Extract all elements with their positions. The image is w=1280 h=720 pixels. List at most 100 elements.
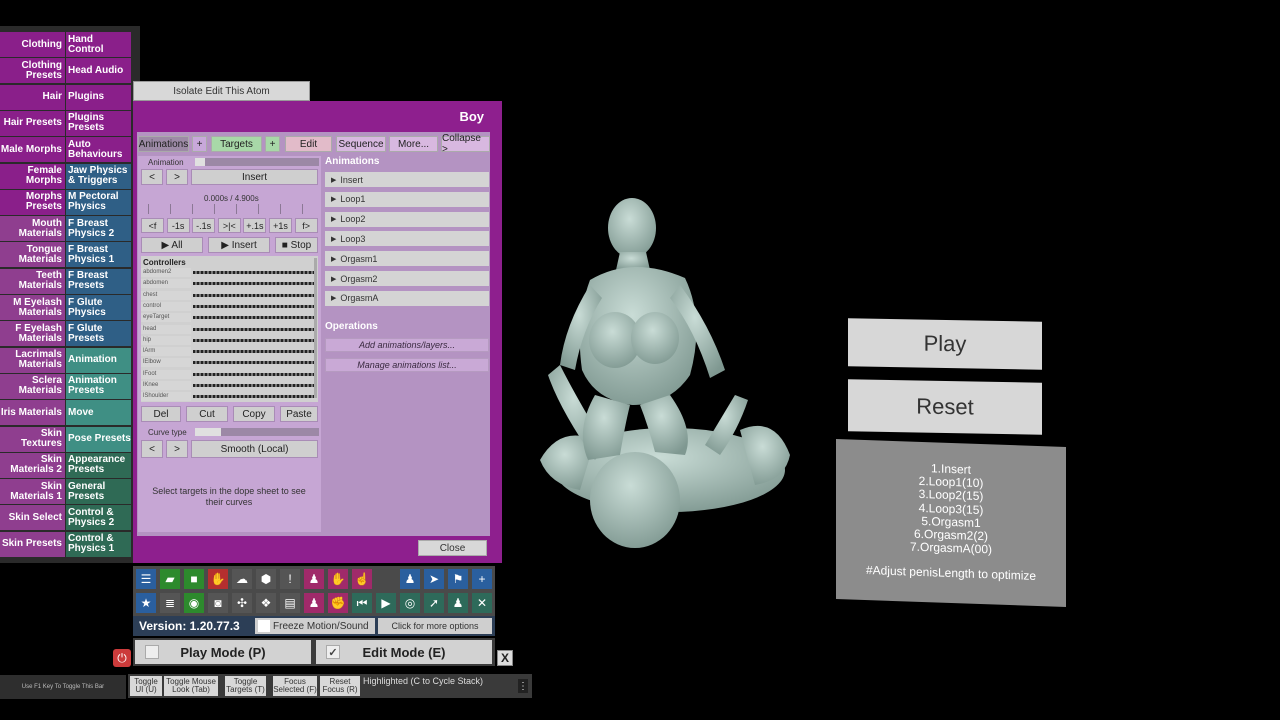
edit-mode-checkbox[interactable]: ✓ — [326, 645, 340, 659]
camera-green-icon[interactable]: ◉ — [184, 593, 204, 613]
animation-item[interactable]: ▶ Loop1 — [325, 191, 489, 207]
menu-item-left[interactable]: Male Morphs — [0, 137, 65, 163]
controller-keyframes[interactable] — [193, 282, 314, 286]
tab-more[interactable]: More... — [389, 136, 438, 152]
animation-item[interactable]: ▶ OrgasmA — [325, 290, 489, 306]
menu-item-left[interactable]: Skin Materials 1 — [0, 479, 65, 505]
users-icon[interactable]: ♟ — [448, 593, 468, 613]
more-options-button[interactable]: Click for more options — [378, 618, 492, 634]
paste-key-button[interactable]: Paste — [280, 406, 318, 422]
menu-item-left[interactable]: Hair Presets — [0, 110, 65, 136]
play-button[interactable]: Play — [848, 318, 1042, 370]
power-icon[interactable]: ⏻ — [113, 649, 131, 667]
step-button[interactable]: >|< — [217, 218, 241, 233]
menu-item-left[interactable]: Skin Materials 2 — [0, 452, 65, 478]
controller-row[interactable]: control — [141, 301, 314, 312]
menu-item-left[interactable]: Clothing — [0, 32, 65, 57]
controller-row[interactable]: lShoulder — [141, 391, 314, 402]
dropbox-icon[interactable]: ❖ — [256, 593, 276, 613]
controller-keyframes[interactable] — [193, 384, 314, 387]
next-curve-button[interactable]: > — [166, 440, 188, 458]
dope-sheet-scrollbar[interactable] — [314, 258, 317, 398]
play-icon[interactable]: ▶ — [376, 593, 396, 613]
folder-icon[interactable]: ■ — [184, 569, 204, 589]
controller-keyframes[interactable] — [193, 316, 314, 320]
document-icon[interactable]: ▤ — [280, 593, 300, 613]
nodes-icon[interactable]: ✣ — [232, 593, 252, 613]
scene-viewport[interactable] — [520, 190, 820, 560]
tab-targets-add[interactable]: + — [265, 136, 280, 152]
tools-icon[interactable]: ✕ — [472, 593, 492, 613]
isolate-atom-button[interactable]: Isolate Edit This Atom — [133, 81, 310, 101]
cloud-upload-icon[interactable]: ☁ — [232, 569, 252, 589]
camera-icon[interactable]: ◙ — [208, 593, 228, 613]
menu-item-right[interactable]: Animation Presets — [66, 373, 131, 399]
menu-item-right[interactable]: F Glute Presets — [66, 321, 131, 347]
pointer-hand-icon[interactable]: ☝ — [352, 569, 372, 589]
menu-item-right[interactable]: Head Audio — [66, 58, 131, 84]
prev-curve-button[interactable]: < — [141, 440, 163, 458]
controller-row[interactable]: abdomen — [141, 278, 314, 289]
controller-keyframes[interactable] — [193, 327, 314, 331]
animation-item[interactable]: ▶ Insert — [325, 172, 489, 187]
hamburger-icon[interactable]: ☰ — [136, 569, 156, 589]
close-button[interactable]: Close — [418, 540, 487, 556]
step-button[interactable]: <f — [141, 218, 164, 233]
menu-item-left[interactable]: Mouth Materials — [0, 216, 65, 242]
toggle-mouse-look-button[interactable]: Toggle Mouse Look (Tab) — [164, 676, 218, 696]
animation-item[interactable]: ▶ Orgasm1 — [325, 251, 489, 267]
play-insert-button[interactable]: ▶ Insert — [208, 237, 270, 253]
menu-item-right[interactable]: General Presets — [66, 479, 131, 505]
step-button[interactable]: -.1s — [192, 218, 216, 233]
flag-icon[interactable]: ⚑ — [448, 569, 468, 589]
step-button[interactable]: +1s — [269, 218, 292, 233]
manage-animations-button[interactable]: Manage animations list... — [325, 358, 489, 372]
reset-button[interactable]: Reset — [848, 379, 1042, 435]
tab-edit[interactable]: Edit — [285, 136, 332, 152]
curve-type-slider[interactable] — [195, 428, 319, 436]
menu-item-left[interactable]: Sclera Materials — [0, 373, 65, 399]
controller-row[interactable]: eyeTarget — [141, 312, 314, 323]
cube-icon[interactable]: ⬢ — [256, 569, 276, 589]
controller-keyframes[interactable] — [193, 293, 314, 297]
menu-item-left[interactable]: Clothing Presets — [0, 58, 65, 84]
edit-mode-button[interactable]: ✓ Edit Mode (E) — [316, 640, 492, 664]
cursor-icon[interactable]: ➚ — [424, 593, 444, 613]
menu-item-right[interactable]: Appearance Presets — [66, 452, 131, 478]
controller-row[interactable]: lKnee — [141, 380, 314, 391]
menu-item-right[interactable]: Control & Physics 2 — [66, 505, 131, 531]
step-button[interactable]: -1s — [166, 218, 190, 233]
person-icon[interactable]: ♟ — [304, 569, 324, 589]
prev-animation-button[interactable]: < — [141, 169, 163, 185]
menu-item-right[interactable]: Move — [66, 400, 131, 426]
insert-animation-button[interactable]: Insert — [191, 169, 318, 185]
target-icon[interactable]: ◎ — [400, 593, 420, 613]
stop-button[interactable]: ■ Stop — [275, 237, 318, 253]
tab-collapse[interactable]: Collapse > — [441, 133, 490, 155]
menu-item-right[interactable]: Pose Presets — [66, 426, 131, 452]
add-animations-button[interactable]: Add animations/layers... — [325, 338, 489, 352]
toggle-ui-button[interactable]: Toggle UI (U) — [130, 676, 162, 696]
step-button[interactable]: +.1s — [243, 218, 267, 233]
stack-icon[interactable]: ≣ — [160, 593, 180, 613]
play-mode-checkbox[interactable] — [145, 645, 159, 659]
plus-icon[interactable]: + — [472, 569, 492, 589]
menu-item-left[interactable]: Skin Textures — [0, 426, 65, 452]
controller-keyframes[interactable] — [193, 372, 314, 376]
menu-item-right[interactable]: M Pectoral Physics — [66, 189, 131, 215]
menu-item-left[interactable]: Tongue Materials — [0, 242, 65, 268]
menu-item-left[interactable]: Teeth Materials — [0, 268, 65, 294]
star-icon[interactable]: ★ — [136, 593, 156, 613]
menu-item-left[interactable]: F Eyelash Materials — [0, 321, 65, 347]
close-x-button[interactable]: X — [497, 650, 513, 666]
menu-item-right[interactable]: Plugins Presets — [66, 110, 131, 136]
timeline-scrubber[interactable] — [148, 204, 312, 214]
user-icon[interactable]: ♟ — [400, 569, 420, 589]
hand-grab-icon[interactable]: ✊ — [328, 593, 348, 613]
tab-animations[interactable]: Animations — [138, 136, 189, 152]
delete-key-button[interactable]: Del — [141, 406, 181, 422]
skip-back-icon[interactable]: ⏮ — [352, 593, 372, 613]
menu-item-right[interactable]: Plugins — [66, 84, 131, 110]
menu-item-right[interactable]: Hand Control — [66, 32, 131, 57]
menu-item-right[interactable]: Jaw Physics & Triggers — [66, 163, 131, 189]
